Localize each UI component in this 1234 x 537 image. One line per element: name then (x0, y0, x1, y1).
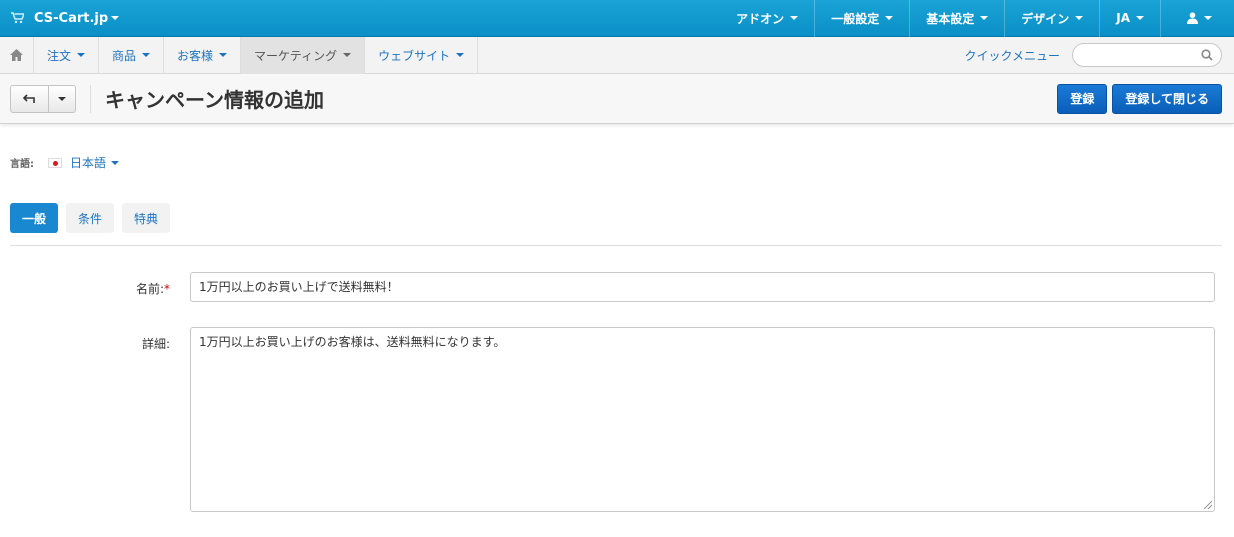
home-icon (10, 49, 23, 61)
chevron-down-icon (1204, 16, 1212, 20)
back-arrow-icon (22, 93, 35, 103)
save-and-close-button[interactable]: 登録して閉じる (1112, 83, 1222, 114)
chevron-down-icon (456, 53, 465, 57)
cart-icon[interactable] (0, 0, 34, 37)
user-menu[interactable] (1160, 0, 1234, 37)
japan-flag-icon (48, 157, 62, 168)
detail-text: 1万円以上お買い上げのお客様は、送料無料になります。 (199, 335, 506, 349)
top-bar: CS-Cart.jp アドオン 一般設定 基本設定 デザイン JA (0, 0, 1234, 37)
menu-addons[interactable]: アドオン (720, 0, 814, 37)
search-icon[interactable] (1201, 49, 1213, 61)
detail-textarea[interactable]: 1万円以上お買い上げのお客様は、送料無料になります。 (190, 327, 1215, 512)
nav-website[interactable]: ウェブサイト (365, 36, 479, 74)
user-icon (1187, 12, 1198, 24)
tab-bonuses[interactable]: 特典 (122, 203, 171, 233)
chevron-down-icon (219, 53, 228, 57)
menu-language[interactable]: JA (1099, 0, 1160, 37)
menu-basic-settings[interactable]: 基本設定 (909, 0, 1004, 37)
nav-customers[interactable]: お客様 (164, 36, 242, 74)
name-input[interactable]: 1万円以上のお買い上げで送料無料！ (190, 272, 1215, 302)
divider (90, 84, 91, 113)
chevron-down-icon (77, 53, 86, 57)
home-button[interactable] (0, 36, 34, 74)
chevron-down-icon (343, 53, 352, 57)
page-title: キャンペーン情報の追加 (105, 88, 324, 112)
search-box (1072, 43, 1222, 67)
resize-handle[interactable] (1204, 501, 1212, 509)
menu-design[interactable]: デザイン (1004, 0, 1099, 37)
back-dropdown-toggle[interactable] (49, 86, 75, 112)
chevron-down-icon (980, 16, 989, 20)
tab-general[interactable]: 一般 (10, 203, 59, 233)
language-dropdown[interactable]: 日本語 (70, 154, 120, 171)
tab-divider (10, 245, 1222, 246)
chevron-down-icon (885, 16, 894, 20)
chevron-down-icon (111, 16, 120, 20)
chevron-down-icon (142, 53, 151, 57)
chevron-down-icon (58, 96, 66, 101)
required-marker: * (164, 282, 170, 296)
chevron-down-icon (790, 16, 799, 20)
detail-label: 詳細: (141, 337, 170, 351)
store-name: CS-Cart.jp (34, 10, 109, 26)
menu-general-settings[interactable]: 一般設定 (814, 0, 909, 37)
store-selector[interactable]: CS-Cart.jp (34, 10, 120, 26)
tab-conditions[interactable]: 条件 (66, 203, 115, 233)
nav-products[interactable]: 商品 (99, 36, 165, 74)
language-selector: 言語: 日本語 (10, 154, 120, 171)
title-bar: キャンペーン情報の追加 登録 登録して閉じる (0, 74, 1234, 124)
chevron-down-icon (1075, 16, 1084, 20)
chevron-down-icon (111, 160, 120, 165)
back-button[interactable] (11, 85, 49, 112)
name-label: 名前:* (135, 282, 170, 296)
tab-bar: 一般 条件 特典 (10, 203, 171, 233)
language-label: 言語: (10, 159, 34, 170)
nav-orders[interactable]: 注文 (34, 36, 100, 74)
nav-marketing[interactable]: マーケティング (241, 36, 366, 74)
chevron-down-icon (1136, 16, 1144, 20)
search-input[interactable] (1083, 44, 1203, 66)
save-button[interactable]: 登録 (1057, 83, 1108, 114)
quick-menu-link[interactable]: クイックメニュー (964, 47, 1060, 64)
back-button-group (10, 84, 76, 113)
main-nav: 注文 商品 お客様 マーケティング ウェブサイト クイックメニュー (0, 36, 1234, 74)
